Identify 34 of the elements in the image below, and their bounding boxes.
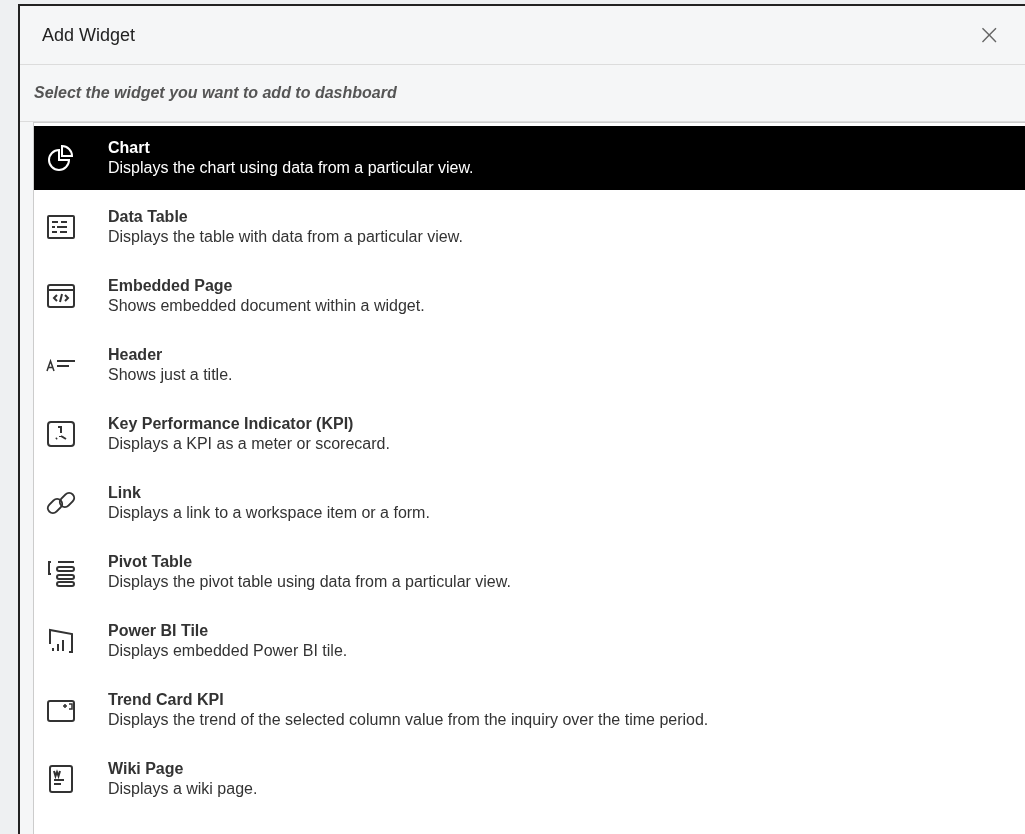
widget-name: Pivot Table [108, 552, 194, 572]
widget-description: Shows just a title. [108, 365, 233, 385]
widget-option[interactable]: Key Performance Indicator (KPI) Displays a KPI as a meter or scorecard. [34, 402, 1025, 466]
widget-option[interactable]: Link Displays a link to a workspace item or a form. [34, 471, 1025, 535]
widget-option[interactable]: Embedded Page Shows embedded document within a widget. [34, 264, 1025, 328]
widget-option[interactable]: Chart Displays the chart using data from a particular view. [34, 126, 1025, 190]
text-lines-icon [46, 358, 76, 372]
widget-description: Displays the pivot table using data from a particular view. [108, 572, 511, 592]
widget-description: Displays a link to a workspace item or a form. [108, 503, 430, 523]
widget-name: Link [108, 483, 142, 503]
widget-description: Displays embedded Power BI tile. [108, 641, 348, 661]
widget-description: Displays a wiki page. [108, 779, 258, 799]
dialog-title: Add Widget [42, 24, 136, 46]
widget-name: Chart [108, 138, 151, 158]
close-button[interactable]: × [973, 21, 1005, 49]
instruction-text: Select the widget you want to add to dashboard [34, 84, 397, 102]
widget-name: Trend Card KPI [108, 690, 225, 710]
widget-name: Data Table [108, 207, 189, 227]
widget-name: Power BI Tile [108, 621, 210, 641]
widget-option[interactable]: Pivot Table Displays the pivot table using data from a particular view. [34, 540, 1025, 604]
widget-option[interactable]: Wiki Page Displays a wiki page. [34, 747, 1025, 811]
widget-name: Key Performance Indicator (KPI) [108, 414, 355, 434]
widget-description: Shows embedded document within a widget. [108, 296, 425, 316]
widget-option[interactable]: Data Table Displays the table with data from a particular view. [34, 195, 1025, 259]
widget-option[interactable]: Power BI Tile Displays embedded Power BI tile. [34, 609, 1025, 673]
widget-option[interactable]: Trend Card KPI Displays the trend of the selected column value from the inquiry over the time period. [34, 678, 1025, 742]
widget-option[interactable]: Header Shows just a title. [34, 333, 1025, 397]
widget-name: Header [108, 345, 164, 365]
widget-name: Wiki Page [108, 759, 185, 779]
widget-description: Displays the trend of the selected column value from the inquiry over the time period. [108, 710, 709, 730]
widget-description: Displays a KPI as a meter or scorecard. [108, 434, 390, 454]
widget-description: Displays the table with data from a particular view. [108, 227, 463, 247]
widget-description: Displays the chart using data from a particular view. [108, 158, 474, 178]
widget-name: Embedded Page [108, 276, 234, 296]
